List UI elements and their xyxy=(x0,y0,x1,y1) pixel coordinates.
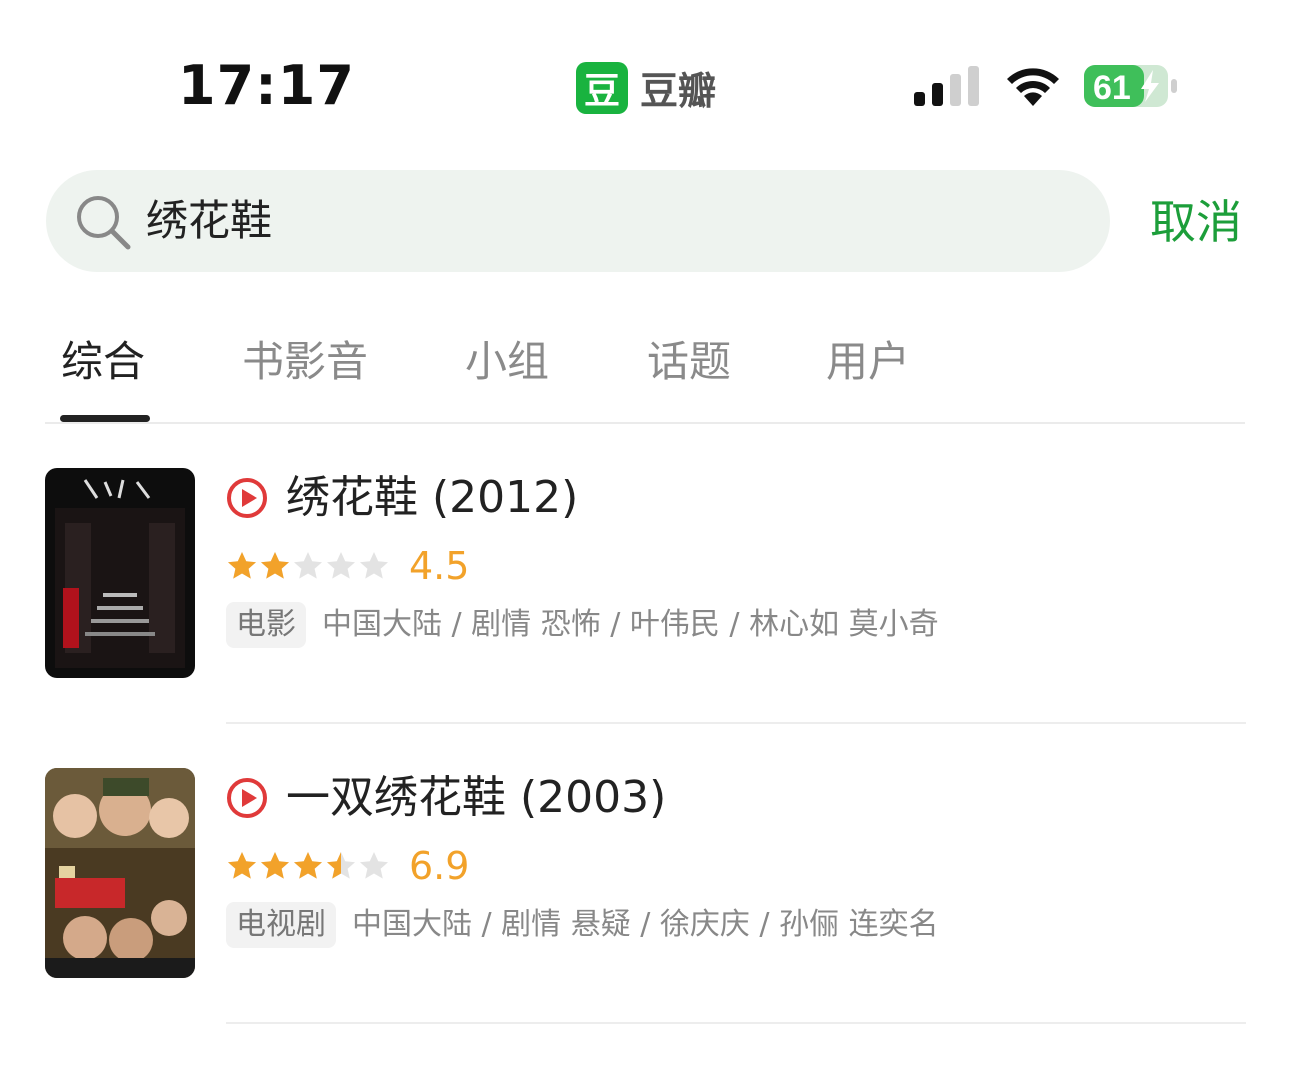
star-half-icon xyxy=(327,852,355,879)
star-rating xyxy=(226,850,391,882)
row-divider xyxy=(226,722,1246,724)
battery-level: 61 xyxy=(1093,69,1131,107)
tab-topics[interactable]: 话题 xyxy=(647,334,731,390)
search-input[interactable]: 绣花鞋 xyxy=(146,192,272,250)
star-empty-icon xyxy=(327,552,355,579)
star-empty-icon xyxy=(360,852,388,879)
star-empty-icon xyxy=(294,552,322,579)
tab-users[interactable]: 用户 xyxy=(826,334,910,390)
star-filled-icon xyxy=(228,852,256,879)
tab-books-movies-music[interactable]: 书影音 xyxy=(242,334,368,390)
search-icon xyxy=(77,196,131,250)
type-badge: 电影 xyxy=(226,602,306,648)
battery-icon: 61 xyxy=(1084,65,1177,107)
cancel-button[interactable]: 取消 xyxy=(1150,192,1242,252)
wifi-icon xyxy=(1007,68,1059,106)
rating-row: 6.9 xyxy=(226,844,469,888)
star-rating xyxy=(226,550,391,582)
star-filled-icon xyxy=(294,852,322,879)
result-title-row: 一双绣花鞋 (2003) xyxy=(226,768,666,828)
star-filled-icon xyxy=(261,852,289,879)
result-title-row: 绣花鞋 (2012) xyxy=(226,468,578,528)
row-divider xyxy=(226,1022,1246,1024)
status-bar: 17:17 豆 豆瓣 61 xyxy=(0,0,1290,150)
cellular-signal-icon xyxy=(914,66,979,106)
rating-row: 4.5 xyxy=(226,544,469,588)
poster-image xyxy=(45,768,195,978)
type-badge: 电视剧 xyxy=(226,902,336,948)
poster-image xyxy=(45,468,195,678)
tabs-divider xyxy=(45,422,1245,424)
tab-all[interactable]: 综合 xyxy=(61,334,145,390)
status-time: 17:17 xyxy=(178,54,355,117)
play-icon xyxy=(227,478,267,518)
douban-logo-icon: 豆 xyxy=(576,61,628,114)
star-empty-icon xyxy=(360,552,388,579)
return-to-app-indicator[interactable]: 豆 豆瓣 xyxy=(576,60,716,115)
meta-row: 电视剧 中国大陆 / 剧情 悬疑 / 徐庆庆 / 孙俪 连奕名 xyxy=(226,902,939,948)
app-name: 豆瓣 xyxy=(640,69,717,113)
star-filled-icon xyxy=(261,552,289,579)
active-tab-indicator xyxy=(60,415,150,422)
result-meta: 中国大陆 / 剧情 悬疑 / 徐庆庆 / 孙俪 连奕名 xyxy=(352,907,939,942)
result-title: 一双绣花鞋 (2003) xyxy=(286,772,667,823)
result-meta: 中国大陆 / 剧情 恐怖 / 叶伟民 / 林心如 莫小奇 xyxy=(322,607,939,642)
result-title: 绣花鞋 (2012) xyxy=(286,472,579,523)
star-filled-icon xyxy=(228,552,256,579)
tab-groups[interactable]: 小组 xyxy=(465,334,549,390)
rating-score: 4.5 xyxy=(409,544,470,588)
meta-row: 电影 中国大陆 / 剧情 恐怖 / 叶伟民 / 林心如 莫小奇 xyxy=(226,602,939,648)
play-icon xyxy=(227,778,267,818)
rating-score: 6.9 xyxy=(409,844,470,888)
